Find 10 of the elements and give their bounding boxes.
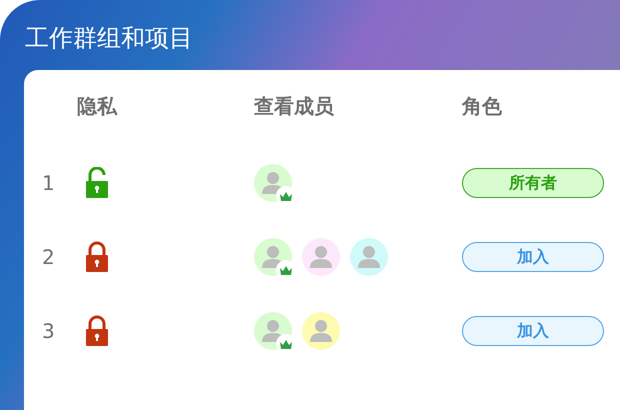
role-button[interactable]: 加入	[462, 242, 604, 272]
row-number: 1	[42, 171, 55, 195]
role-button[interactable]: 加入	[462, 316, 604, 346]
role-button[interactable]: 所有者	[462, 168, 604, 198]
column-header: 角色	[462, 94, 502, 118]
page-title: 工作群组和项目	[25, 23, 193, 54]
column-header: 隐私	[77, 94, 117, 118]
row-number: 2	[42, 245, 55, 269]
column-header: 查看成员	[254, 94, 334, 118]
row-number: 3	[42, 319, 55, 343]
